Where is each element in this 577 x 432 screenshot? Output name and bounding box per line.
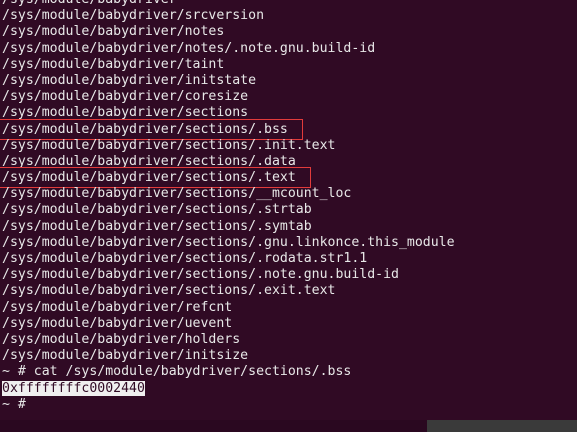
terminal-line: /sys/module/babydriver/initsize (2, 348, 249, 364)
shell-prompt[interactable]: ~ # (0, 397, 577, 413)
terminal-line: /sys/module/babydriver/sections/.note.gn… (2, 267, 399, 283)
bottom-edge-right-panel (427, 420, 577, 432)
terminal-line: /sys/module/babydriver/srcversion (2, 8, 265, 24)
terminal-line-highlighted-bss: /sys/module/babydriver/sections/.bss (0, 118, 577, 140)
terminal-line: /sys/module/babydriver/taint (2, 56, 225, 72)
terminal-line: /sys/module/babydriver/initstate (2, 72, 257, 88)
terminal-line-highlighted-text: /sys/module/babydriver/sections/.text (0, 167, 577, 189)
terminal-line: /sys/module/babydriver/sections/.init.te… (2, 137, 336, 153)
terminal-line: /sys/module/babydriver/sections/.gnu.lin… (2, 234, 455, 250)
terminal-line: /sys/module/babydriver/refcnt (2, 299, 233, 315)
terminal-line: /sys/module/babydriver/sections/.symtab (2, 218, 312, 234)
terminal-line: /sys/module/babydriver/notes (2, 24, 225, 40)
terminal-line: /sys/module/babydriver/sections/.rodata.… (2, 251, 368, 266)
terminal-line: /sys/module/babydriver/holders (2, 331, 241, 347)
terminal-line: /sys/module/babydriver/sections/.strtab (2, 202, 312, 218)
terminal-line: /sys/module/babydriver/coresize (2, 89, 249, 105)
terminal-line: /sys/module/babydriver/sections/.exit.te… (2, 283, 336, 299)
highlight-box-bss: /sys/module/babydriver/sections/.bss (0, 118, 303, 140)
bottom-edge (0, 420, 577, 432)
highlight-box-text: /sys/module/babydriver/sections/.text (0, 167, 311, 189)
terminal-line: /sys/module/babydriver (0, 0, 577, 8)
selected-output-text[interactable]: 0xffffffffc0002440 (2, 380, 145, 396)
command-line: ~ # cat /sys/module/babydriver/sections/… (2, 364, 352, 380)
terminal-window[interactable]: /sys/module/babydriver /sys/module/babyd… (0, 0, 577, 432)
terminal-line: /sys/module/babydriver/notes/.note.gnu.b… (2, 40, 376, 56)
terminal-line: /sys/module/babydriver/uevent (2, 315, 233, 331)
command-output-line: 0xffffffffc0002440 (0, 380, 577, 397)
terminal-line: /sys/module/babydriver/sections/__mcount… (2, 186, 352, 202)
